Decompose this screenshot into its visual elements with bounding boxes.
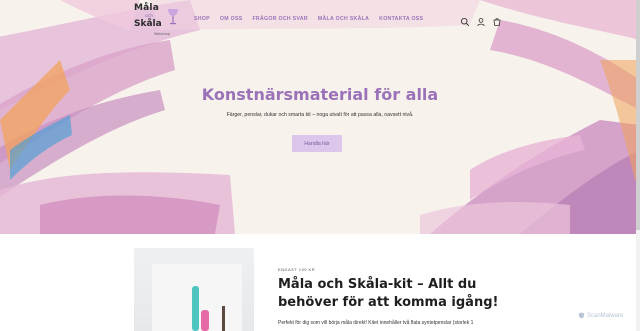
scanmalware-watermark: ScanMalware: [578, 312, 623, 319]
nav-mala-och-skala[interactable]: MÅLA OCH SKÅLA: [318, 16, 369, 22]
watermark-text: ScanMalware: [587, 312, 624, 319]
shield-icon: [578, 312, 585, 319]
main-navigation: SHOP OM OSS FRÅGOR OCH SVAR MÅLA OCH SKÅ…: [194, 16, 423, 22]
search-icon[interactable]: [460, 14, 470, 27]
product-title: Måla och Skåla-kit – Allt du behöver för…: [278, 277, 499, 310]
scrollbar-thumb[interactable]: [636, 0, 640, 230]
product-description: Perfekt för dig som vill börja måla dire…: [278, 320, 474, 326]
logo-text-line4: Webshop: [154, 32, 171, 36]
product-info: ENDAST 199 KR Måla och Skåla-kit – Allt …: [278, 267, 518, 326]
logo-text-line1: Måla: [134, 3, 159, 13]
scrollbar[interactable]: [636, 0, 640, 331]
hero-banner: Måla och Skåla Webshop SHOP OM OSS FRÅGO…: [0, 0, 640, 234]
brush-handle: [222, 306, 225, 331]
product-price-eyebrow: ENDAST 199 KR: [278, 267, 316, 272]
site-header: Måla och Skåla Webshop SHOP OM OSS FRÅGO…: [0, 0, 640, 42]
cart-icon[interactable]: [492, 14, 502, 26]
hero-title: Konstnärsmaterial för alla: [201, 85, 439, 104]
product-image[interactable]: [134, 248, 254, 331]
hero-subtitle: Färger, penslar, dukar och smarta kit – …: [226, 112, 414, 118]
site-logo[interactable]: Måla och Skåla Webshop: [132, 3, 182, 39]
logo-text-line3: Skåla: [134, 19, 162, 29]
shop-now-button[interactable]: Handla här: [292, 135, 342, 152]
nav-fragor-och-svar[interactable]: FRÅGOR OCH SVAR: [252, 16, 307, 22]
nav-kontakta-oss[interactable]: KONTAKTA OSS: [379, 16, 423, 22]
nav-shop[interactable]: SHOP: [194, 16, 210, 22]
nav-om-oss[interactable]: OM OSS: [220, 16, 243, 22]
account-icon[interactable]: [476, 14, 486, 27]
header-icons: [460, 14, 502, 27]
brush-teal: [192, 286, 199, 331]
wine-glass-icon: [168, 9, 178, 25]
brush-pink: [201, 310, 209, 331]
